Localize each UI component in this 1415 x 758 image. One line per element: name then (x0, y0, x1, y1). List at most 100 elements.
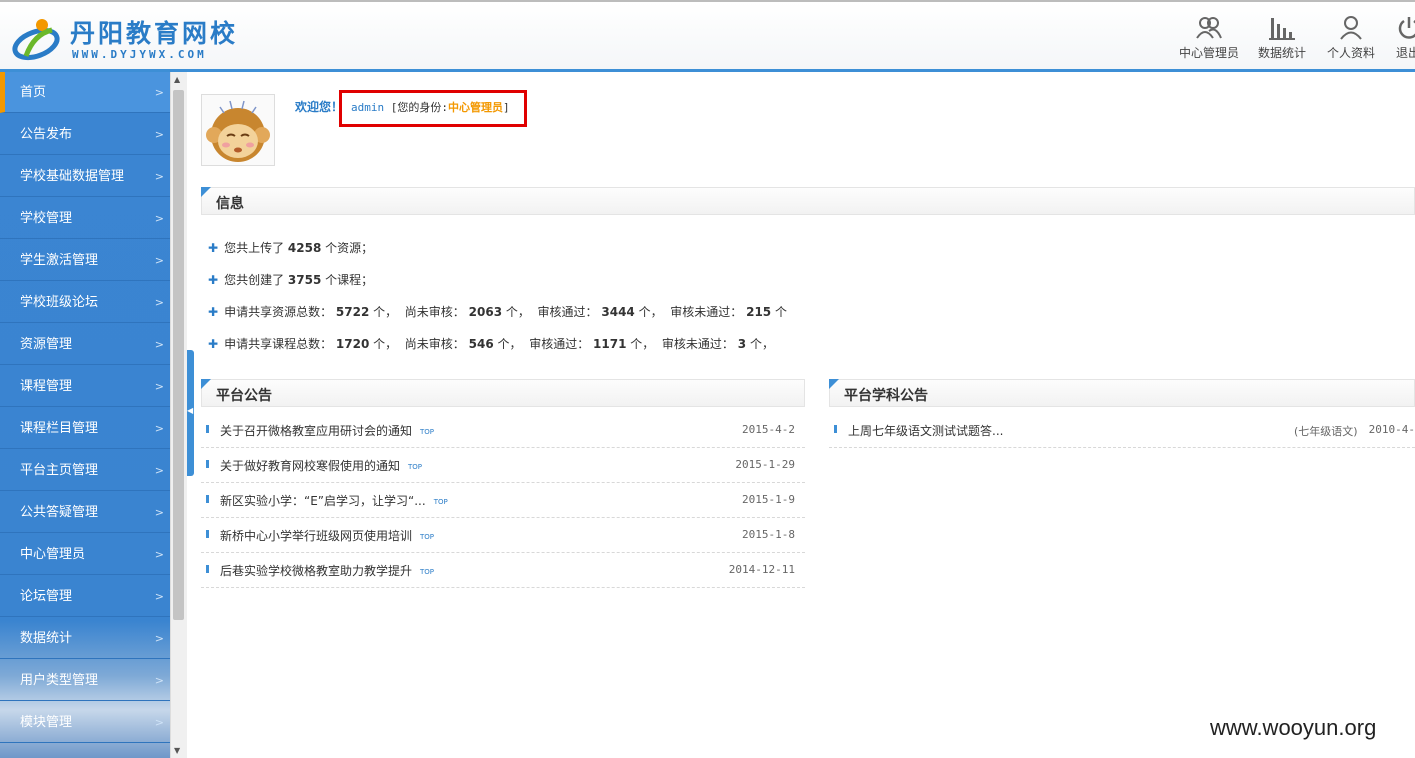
info-text: 个 (775, 305, 788, 319)
scroll-thumb[interactable] (173, 90, 184, 620)
sidebar-item-home[interactable]: 首页 > (0, 72, 170, 113)
info-uploaded: ✚ 您共上传了 4258 个资源； (208, 239, 373, 256)
resources-pending: 2063 (468, 305, 503, 319)
chevron-right-icon: > (154, 632, 164, 645)
sidebar-item-center-admin[interactable]: 中心管理员 > (0, 534, 170, 575)
sidebar-item-label: 学生激活管理 (20, 253, 99, 268)
bar-chart-icon (1269, 18, 1295, 40)
sidebar-item-label: 模块管理 (20, 715, 73, 730)
list-item[interactable]: 关于做好教育网校寒假使用的通知 TOP 2015-1-29 (201, 448, 805, 483)
sidebar-item-label: 平台主页管理 (20, 463, 99, 478)
panel-corner-icon (201, 187, 211, 197)
bullet-icon (834, 425, 837, 433)
bullet-icon (206, 460, 209, 468)
list-item[interactable]: 关于召开微格教室应用研讨会的通知 TOP 2015-4-2 (201, 413, 805, 448)
courses-total: 1720 (335, 337, 370, 351)
scroll-up-icon[interactable]: ▲ (174, 75, 180, 84)
sidebar-item-platform-homepage[interactable]: 平台主页管理 > (0, 450, 170, 491)
list-item[interactable]: 新区实验小学：“E”启学习，让学习“... TOP 2015-1-9 (201, 483, 805, 518)
chevron-right-icon: > (154, 716, 164, 729)
sidebar-scrollbar[interactable]: ▲ ▼ (170, 72, 187, 758)
sidebar-item-student-activation[interactable]: 学生激活管理 > (0, 240, 170, 281)
watermark-text: www.wooyun.org (1210, 715, 1377, 740)
logo-subtitle: WWW.DYJYWX.COM (72, 48, 207, 61)
topnav-logout[interactable]: 退出 (1396, 16, 1415, 68)
notice-title: 新桥中心小学举行班级网页使用培训 (220, 529, 413, 543)
list-item[interactable]: 上周七年级语文测试试题答... (七年级语文) 2010-4- (829, 413, 1415, 448)
info-panel-title: 信息 (216, 196, 244, 212)
chevron-right-icon: > (154, 380, 164, 393)
topnav-label: 退出 (1396, 46, 1415, 60)
sidebar-item-course-column[interactable]: 课程栏目管理 > (0, 408, 170, 449)
topnav-center-admin[interactable]: 中心管理员 (1178, 16, 1240, 68)
users-icon (1196, 17, 1222, 39)
user-icon (1340, 16, 1362, 40)
plus-icon: ✚ (208, 337, 219, 351)
notice-date: 2015-1-9 (742, 493, 795, 506)
notice-date: 2015-4-2 (742, 423, 795, 436)
panel-corner-icon (829, 379, 839, 389)
info-panel-header: 信息 (201, 187, 1415, 215)
sidebar-item-label: 课程管理 (20, 379, 73, 394)
notice-category: (七年级语文) (1294, 425, 1358, 438)
topnav-profile[interactable]: 个人资料 (1324, 16, 1378, 68)
sidebar-item-label: 课程栏目管理 (20, 421, 99, 436)
info-text: 您共创建了 (224, 273, 285, 287)
sidebar-item-public-qa[interactable]: 公共答疑管理 > (0, 492, 170, 533)
list-item[interactable]: 新桥中心小学举行班级网页使用培训 TOP 2015-1-8 (201, 518, 805, 553)
bullet-icon (206, 425, 209, 433)
notice-title-link[interactable]: 关于召开微格教室应用研讨会的通知 TOP (220, 422, 434, 439)
sidebar-item-school-management[interactable]: 学校管理 > (0, 198, 170, 239)
sidebar-item-label: 公共答疑管理 (20, 505, 99, 520)
topnav-label: 中心管理员 (1178, 46, 1239, 60)
sidebar-item-class-forum[interactable]: 学校班级论坛 > (0, 282, 170, 323)
sidebar-item-announcement[interactable]: 公告发布 > (0, 114, 170, 155)
sidebar-item-resource-management[interactable]: 资源管理 > (0, 324, 170, 365)
chevron-right-icon: > (154, 170, 164, 183)
sidebar-item-label: 学校班级论坛 (20, 295, 99, 310)
info-text: 个， (505, 305, 530, 319)
chevron-right-icon: > (154, 128, 164, 141)
notice-title-link[interactable]: 新区实验小学：“E”启学习，让学习“... TOP (220, 492, 448, 509)
chevron-right-icon: > (154, 506, 164, 519)
sidebar-item-label: 数据统计 (20, 631, 73, 646)
chevron-right-icon: > (154, 254, 164, 267)
uploaded-count: 4258 (287, 241, 322, 255)
plus-icon: ✚ (208, 241, 219, 255)
resources-total: 5722 (335, 305, 370, 319)
notice-title-link[interactable]: 后巷实验学校微格教室助力教学提升 TOP (220, 562, 434, 579)
topnav-statistics[interactable]: 数据统计 (1256, 16, 1308, 68)
notice-title-link[interactable]: 新桥中心小学举行班级网页使用培训 TOP (220, 527, 434, 544)
sidebar-item-label: 中心管理员 (20, 547, 86, 562)
info-text: 个， (373, 305, 398, 319)
sidebar-item-school-base-data[interactable]: 学校基础数据管理 > (0, 156, 170, 197)
info-text: 尚未审核： (404, 337, 465, 351)
sidebar-item-user-type[interactable]: 用户类型管理 > (0, 660, 170, 701)
subject-notices-title: 平台学科公告 (844, 388, 928, 404)
monkey-avatar-icon (206, 100, 270, 162)
notice-title: 关于召开微格教室应用研讨会的通知 (220, 424, 413, 438)
sidebar-item-data-statistics[interactable]: 数据统计 > (0, 618, 170, 659)
scroll-down-icon[interactable]: ▼ (174, 746, 180, 755)
sidebar-collapse-toggle[interactable]: ◀ (187, 350, 194, 476)
role-name: 中心管理员 (448, 101, 503, 114)
sidebar-item-course-management[interactable]: 课程管理 > (0, 366, 170, 407)
notice-title-link[interactable]: 关于做好教育网校寒假使用的通知 TOP (220, 457, 422, 474)
notice-title[interactable]: 上周七年级语文测试试题答... (848, 422, 1003, 439)
list-item[interactable]: 后巷实验学校微格教室助力教学提升 TOP 2014-12-11 (201, 553, 805, 588)
sidebar: 首页 > 公告发布 > 学校基础数据管理 > 学校管理 > 学生激活管理 > 学校班级论坛… (0, 72, 170, 758)
plus-icon: ✚ (208, 305, 219, 319)
site-logo[interactable]: 丹阳教育网校 WWW.DYJYWX.COM (12, 10, 262, 66)
sidebar-item-forum-management[interactable]: 论坛管理 > (0, 576, 170, 617)
sidebar-item-label: 用户类型管理 (20, 673, 99, 688)
sidebar-item-module-management[interactable]: 模块管理 > (0, 702, 170, 743)
info-text: 申请共享课程总数： (224, 337, 333, 351)
sidebar-item-label: 首页 (20, 85, 47, 100)
info-text: 个， (638, 305, 663, 319)
info-text: 个， (497, 337, 522, 351)
role-prefix: [您的身份: (390, 101, 448, 114)
welcome-user-info: admin [您的身份:中心管理员] (351, 99, 510, 115)
info-text: 个资源； (325, 241, 374, 255)
chevron-right-icon: > (154, 674, 164, 687)
notice-title: 后巷实验学校微格教室助力教学提升 (220, 564, 413, 578)
